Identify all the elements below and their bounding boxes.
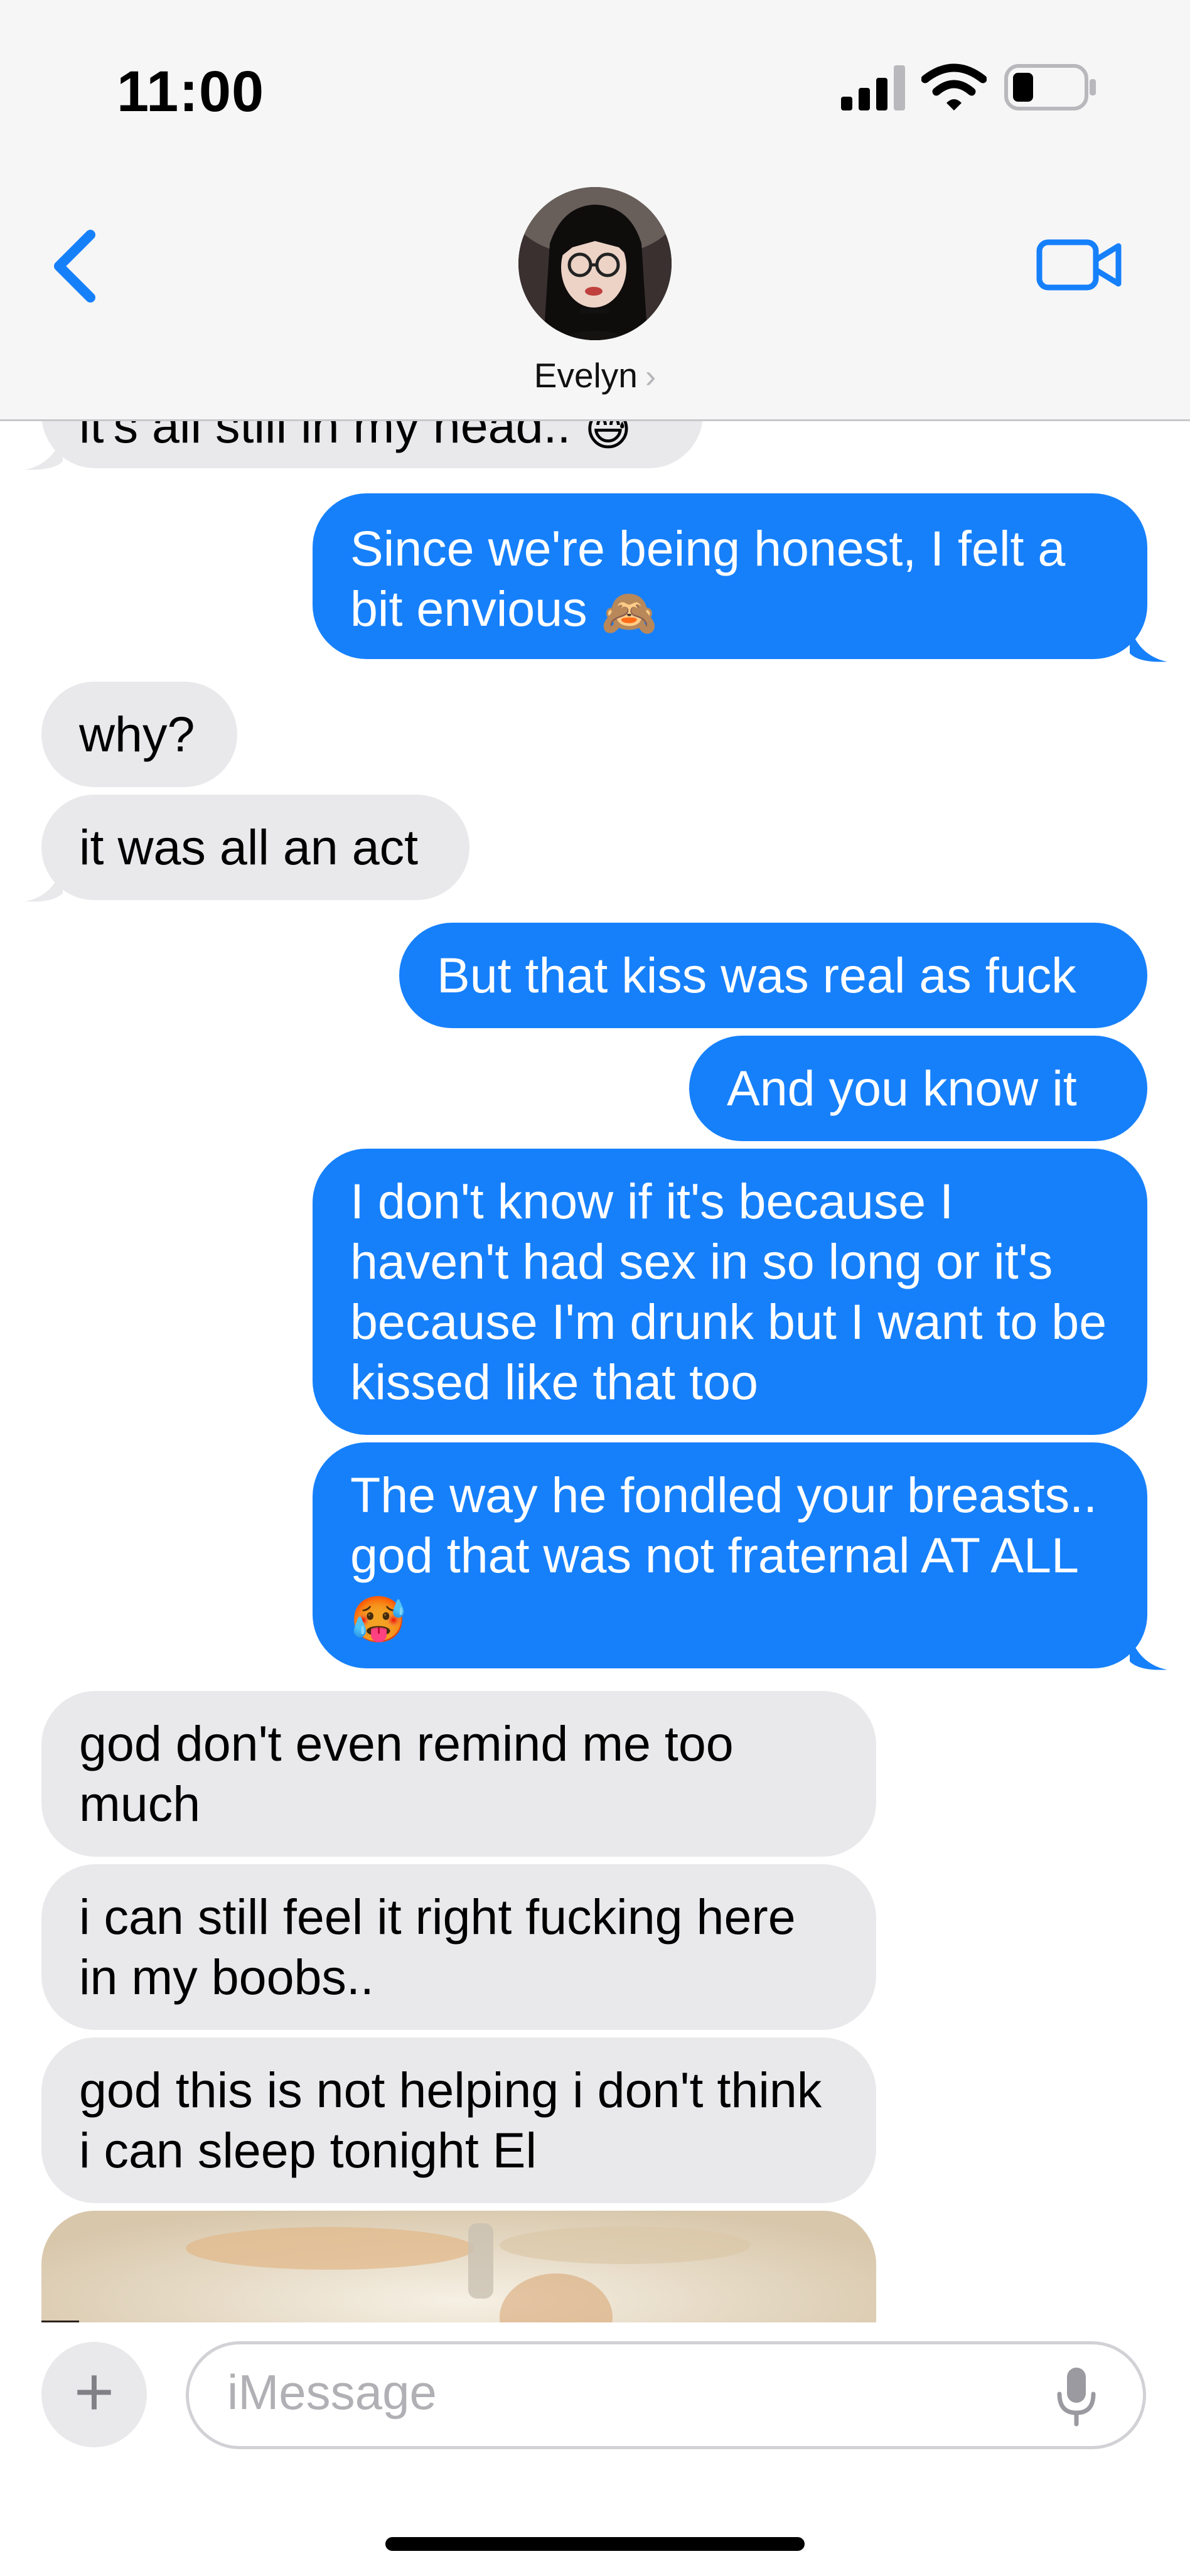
bubble-tail: [1130, 625, 1167, 662]
message-bubble-incoming[interactable]: god this is not helping i don't think i …: [41, 2037, 876, 2203]
message-input-placeholder: iMessage: [227, 2364, 437, 2420]
chevron-right-icon: ›: [645, 358, 657, 395]
conversation-header: 11:00 Evelyn ›: [0, 0, 1190, 421]
message-bubble-incoming[interactable]: why?: [41, 682, 237, 787]
home-indicator[interactable]: [385, 2537, 805, 2551]
contact-name-button[interactable]: Evelyn ›: [0, 355, 1190, 395]
message-bubble-outgoing[interactable]: But that kiss was real as fuck: [399, 923, 1147, 1028]
battery-icon: [1004, 64, 1096, 110]
message-bubble-outgoing[interactable]: And you know it: [689, 1036, 1147, 1141]
signal-bars-icon: [841, 65, 905, 110]
message-text: I don't know if it's because I haven't h…: [350, 1173, 1107, 1410]
message-text: The way he fondled your breasts.. god th…: [350, 1467, 1098, 1583]
video-camera-icon[interactable]: [1036, 233, 1123, 296]
status-time: 11:00: [117, 60, 265, 124]
photo-attachment[interactable]: [41, 2211, 876, 2322]
bubble-tail: [25, 865, 63, 902]
message-bubble-incoming[interactable]: i can still feel it right fucking here i…: [41, 1864, 876, 2030]
microphone-icon[interactable]: [1054, 2365, 1098, 2428]
message-text: And you know it: [727, 1060, 1077, 1116]
contact-avatar[interactable]: [518, 187, 672, 340]
message-text: why?: [79, 706, 195, 762]
message-bubble-outgoing[interactable]: Since we're being honest, I felt a bit e…: [313, 493, 1147, 659]
message-bubble-outgoing[interactable]: I don't know if it's because I haven't h…: [313, 1149, 1147, 1435]
message-bubble-incoming[interactable]: it was all an act: [41, 795, 469, 900]
message-text: god don't even remind me too much: [79, 1715, 734, 1832]
message-text: Since we're being honest, I felt a bit e…: [350, 520, 1066, 636]
apps-plus-button[interactable]: +: [41, 2342, 147, 2447]
photo-content: [41, 2211, 876, 2322]
message-text: i can still feel it right fucking here i…: [79, 1889, 796, 2005]
bubble-tail: [25, 433, 63, 470]
contact-name: Evelyn: [533, 356, 638, 395]
bubble-tail: [1130, 1633, 1167, 1670]
message-text: god this is not helping i don't think i …: [79, 2062, 822, 2178]
wifi-icon: [921, 63, 987, 110]
message-emoji: 🙈: [601, 588, 658, 638]
back-chevron-icon[interactable]: [46, 228, 104, 304]
message-emoji: 🥵: [350, 1595, 407, 1645]
message-text: But that kiss was real as fuck: [437, 947, 1076, 1003]
message-text: it was all an act: [79, 819, 419, 875]
message-bubble-incoming[interactable]: god don't even remind me too much: [41, 1691, 876, 1857]
message-bubble-outgoing[interactable]: The way he fondled your breasts.. god th…: [313, 1442, 1147, 1668]
avatar-portrait: [518, 187, 672, 340]
